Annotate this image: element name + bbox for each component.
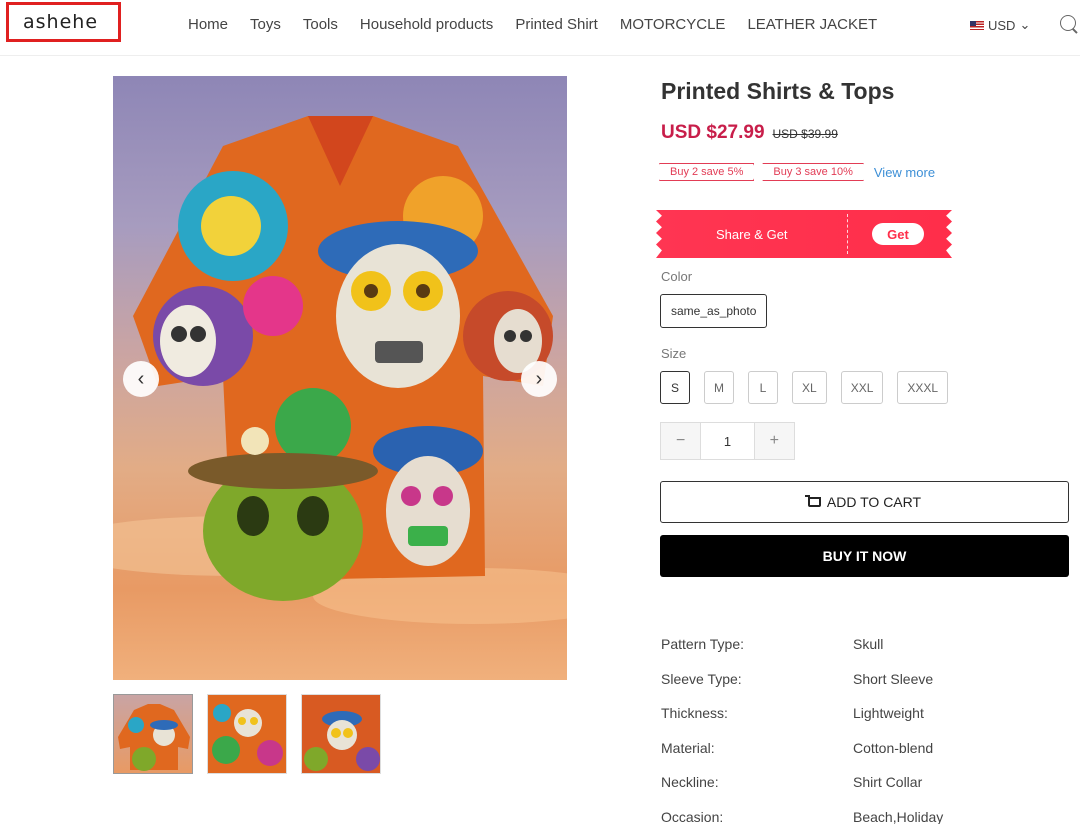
thumbnail-2[interactable] (207, 694, 287, 774)
thumbnail-1[interactable] (113, 694, 193, 774)
share-and-get-banner[interactable]: Share & Get Get (656, 210, 952, 258)
spec-key: Occasion: (661, 808, 724, 824)
spec-row: Occasion: Beach,Holiday (661, 809, 1061, 824)
spec-key: Pattern Type: (661, 636, 745, 652)
spec-value: Beach,Holiday (853, 808, 944, 824)
spec-value: Skull (853, 636, 884, 652)
quantity-stepper: − 1 + (660, 422, 795, 460)
currency-selector[interactable]: USD ⌄ (970, 17, 1030, 33)
add-to-cart-button[interactable]: ADD TO CART (660, 481, 1069, 523)
size-label: Size (661, 346, 687, 361)
main-nav: Home Toys Tools Household products Print… (188, 16, 899, 33)
size-option-s[interactable]: S (660, 371, 690, 404)
spec-value: Short Sleeve (853, 670, 934, 687)
spec-key: Neckline: (661, 774, 719, 791)
product-specs: Pattern Type: Skull Sleeve Type: Short Sle… (661, 636, 1061, 824)
spec-row: Pattern Type: Skull (661, 636, 1061, 671)
price-block: USD $27.99 USD $39.99 (661, 122, 838, 144)
currency-label: USD (988, 17, 1016, 33)
product-title: Printed Shirts & Tops (661, 78, 895, 104)
nav-motorcycle[interactable]: MOTORCYCLE (620, 16, 726, 33)
view-more-link[interactable]: View more (874, 165, 935, 180)
spec-value: Shirt Collar (853, 774, 923, 791)
quantity-decrease-button[interactable]: − (661, 423, 701, 459)
site-header: ashehe Home Toys Tools Household product… (0, 0, 1080, 56)
size-option-xl[interactable]: XL (792, 371, 827, 404)
spec-key: Material: (661, 739, 715, 756)
size-option-l[interactable]: L (748, 371, 778, 404)
nav-toys[interactable]: Toys (250, 16, 281, 33)
thumbnail-3[interactable] (301, 694, 381, 774)
spec-row: Thickness: Lightweight (661, 705, 1061, 740)
nav-leather-jacket[interactable]: LEATHER JACKET (747, 16, 877, 33)
spec-key: Sleeve Type: (661, 670, 742, 687)
share-label: Share & Get (716, 227, 788, 242)
spec-row: Neckline: Shirt Collar (661, 774, 1061, 809)
nav-printed-shirt[interactable]: Printed Shirt (515, 16, 598, 33)
shirt-illustration (113, 116, 567, 624)
original-price: USD $39.99 (772, 127, 838, 141)
get-button[interactable]: Get (872, 223, 924, 245)
nav-home[interactable]: Home (188, 16, 228, 33)
quantity-increase-button[interactable]: + (754, 423, 795, 459)
nav-household-products[interactable]: Household products (360, 16, 493, 33)
site-logo[interactable]: ashehe (6, 2, 121, 42)
us-flag-icon (970, 20, 984, 30)
product-main-image: ‹ › (113, 76, 567, 680)
promo-tags: Buy 2 save 5% Buy 3 save 10% View more (659, 163, 935, 181)
spec-value: Cotton-blend (853, 739, 934, 756)
coupon-divider (847, 214, 848, 254)
prev-image-button[interactable]: ‹ (123, 361, 159, 397)
promo-tag-buy-3: Buy 3 save 10% (762, 163, 864, 181)
spec-row: Sleeve Type: Short Sleeve (661, 671, 1061, 706)
size-option-m[interactable]: M (704, 371, 734, 404)
sale-price: USD $27.99 (661, 122, 765, 143)
spec-row: Material: Cotton-blend (661, 740, 1061, 775)
promo-tag-buy-2: Buy 2 save 5% (659, 163, 755, 181)
next-image-button[interactable]: › (521, 361, 557, 397)
size-option-xxl[interactable]: XXL (840, 371, 884, 404)
chevron-down-icon: ⌄ (1019, 17, 1031, 32)
color-label: Color (661, 269, 693, 284)
cart-icon (804, 495, 821, 507)
spec-key: Thickness: (661, 705, 728, 722)
size-option-xxxl[interactable]: XXXL (897, 371, 949, 404)
search-icon[interactable] (1060, 15, 1076, 31)
quantity-input[interactable]: 1 (700, 423, 755, 459)
color-option-same-as-photo[interactable]: same_as_photo (660, 294, 768, 328)
buy-it-now-button[interactable]: BUY IT NOW (660, 535, 1069, 577)
spec-value: Lightweight (853, 705, 924, 722)
thumbnail-strip (113, 694, 381, 774)
nav-tools[interactable]: Tools (303, 16, 338, 33)
add-to-cart-label: ADD TO CART (826, 494, 922, 510)
size-options: S M L XL XXL XXXL (660, 371, 949, 404)
